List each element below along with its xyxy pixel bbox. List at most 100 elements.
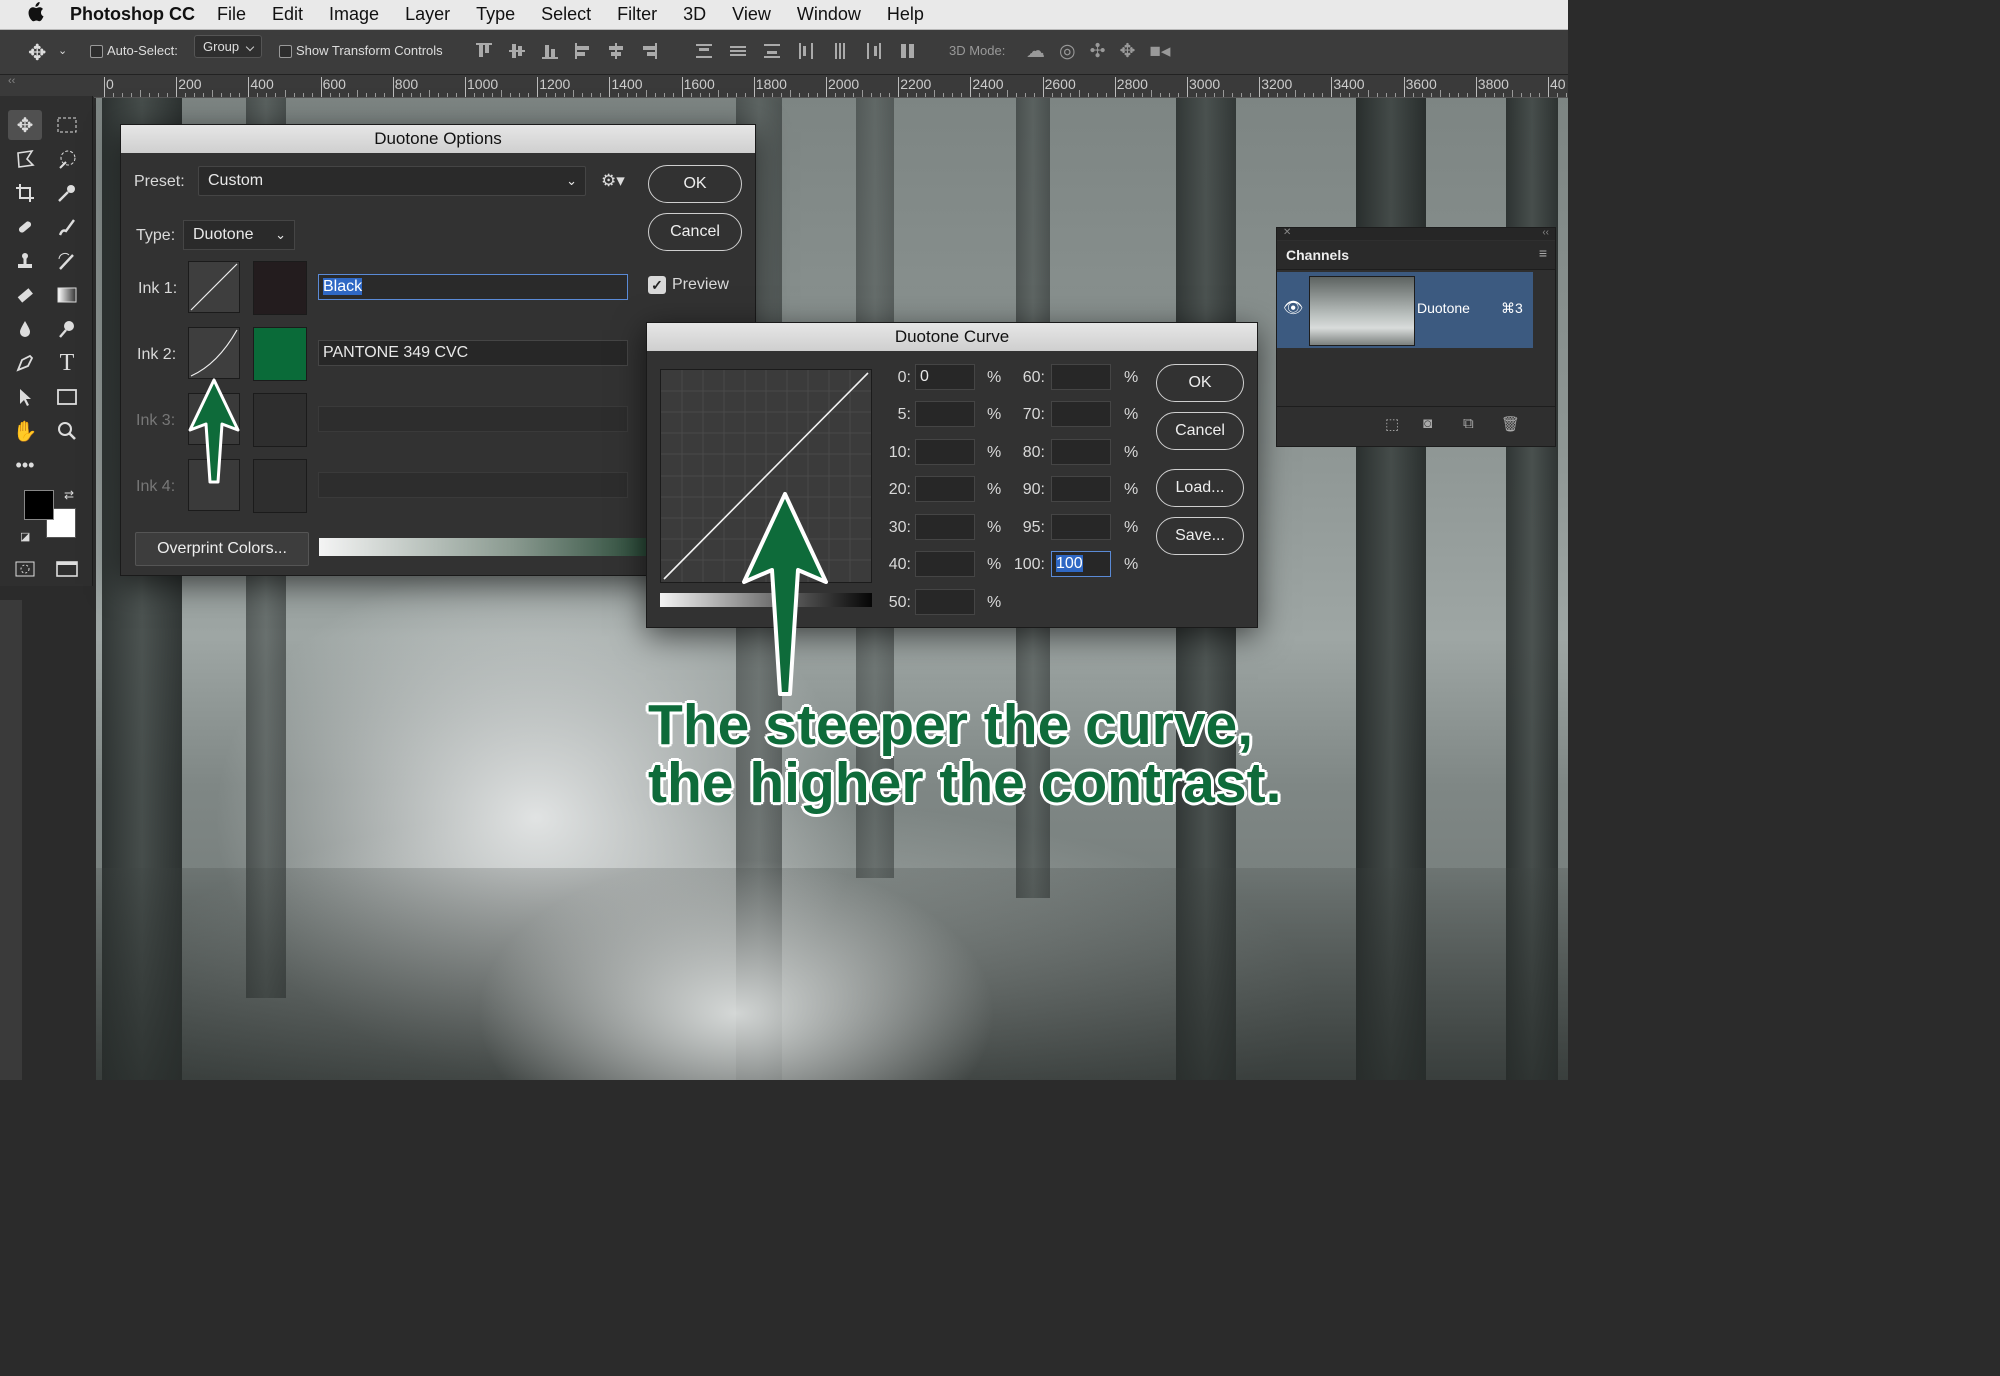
ink-2-curve-thumb[interactable] (188, 327, 240, 379)
align-bottom-icon[interactable] (541, 42, 559, 60)
trash-icon[interactable]: 🗑 (1501, 415, 1520, 433)
save-button[interactable]: Save... (1156, 517, 1244, 555)
apple-icon[interactable] (26, 2, 50, 27)
zoom-tool-icon[interactable] (50, 416, 84, 446)
dodge-tool-icon[interactable] (50, 314, 84, 344)
gradient-tool-icon[interactable] (50, 280, 84, 310)
overprint-colors-button[interactable]: Overprint Colors... (135, 532, 309, 566)
foreground-color-swatch[interactable] (24, 490, 54, 520)
menu-window[interactable]: Window (797, 4, 861, 25)
point-0-input[interactable]: 0 (915, 364, 975, 390)
type-dropdown[interactable]: Duotone ⌄ (183, 220, 295, 250)
point-80-input[interactable] (1051, 439, 1111, 465)
align-left-icon[interactable] (574, 42, 592, 60)
preset-dropdown[interactable]: Custom ⌄ (198, 166, 586, 196)
blur-tool-icon[interactable] (8, 314, 42, 344)
3d-rotate-icon[interactable]: ☁ (1026, 40, 1045, 63)
lasso-tool-icon[interactable] (8, 144, 42, 174)
cancel-button[interactable]: Cancel (648, 213, 742, 251)
new-channel-icon[interactable]: ⧉ (1463, 415, 1474, 432)
distribute-vcenter-icon[interactable] (729, 42, 747, 60)
align-hcenter-icon[interactable] (607, 42, 625, 60)
path-selection-tool-icon[interactable] (8, 382, 42, 412)
quick-selection-tool-icon[interactable] (50, 144, 84, 174)
more-tools-icon[interactable]: ••• (8, 450, 42, 480)
curve-cancel-button[interactable]: Cancel (1156, 412, 1244, 450)
menu-filter[interactable]: Filter (617, 4, 657, 25)
ink-2-color-swatch[interactable] (253, 327, 307, 381)
auto-select-checkbox[interactable] (90, 45, 103, 58)
default-colors-icon[interactable]: ◪ (20, 530, 30, 543)
marquee-tool-icon[interactable] (50, 110, 84, 140)
crop-tool-icon[interactable] (8, 178, 42, 208)
collapse-icon[interactable]: ‹‹ (1542, 227, 1549, 238)
type-tool-icon[interactable]: T (50, 348, 84, 378)
point-95-input[interactable] (1051, 514, 1111, 540)
ink-1-curve-thumb[interactable] (188, 261, 240, 313)
hand-tool-icon[interactable]: ✋ (8, 416, 42, 446)
auto-align-icon[interactable] (899, 42, 917, 60)
save-selection-icon[interactable]: ◙ (1423, 415, 1432, 432)
distribute-left-icon[interactable] (797, 42, 815, 60)
channel-row-duotone[interactable]: 👁 Duotone ⌘3 (1277, 272, 1533, 348)
quick-mask-icon[interactable] (8, 554, 42, 584)
point-10-input[interactable] (915, 439, 975, 465)
panel-menu-icon[interactable]: ≡ (1539, 245, 1547, 261)
gear-icon[interactable]: ⚙▾ (601, 171, 625, 191)
menu-help[interactable]: Help (887, 4, 924, 25)
swap-colors-icon[interactable]: ⇄ (64, 488, 74, 502)
3d-drag-icon[interactable]: ✣ (1090, 40, 1106, 63)
ink-2-name-input[interactable]: PANTONE 349 CVC (318, 340, 628, 366)
menu-3d[interactable]: 3D (683, 4, 706, 25)
ink-1-color-swatch[interactable] (253, 261, 307, 315)
ink-1-name-input[interactable]: Black (318, 274, 628, 300)
distribute-right-icon[interactable] (865, 42, 883, 60)
chevron-down-icon[interactable]: ⌄ (58, 44, 67, 57)
menu-edit[interactable]: Edit (272, 4, 303, 25)
point-100-input[interactable]: 100 (1051, 551, 1111, 577)
ok-button[interactable]: OK (648, 165, 742, 203)
app-name-menu[interactable]: Photoshop CC (70, 4, 195, 25)
move-tool-icon[interactable]: ✥ (28, 40, 46, 66)
point-20-input[interactable] (915, 476, 975, 502)
3d-roll-icon[interactable]: ◎ (1059, 40, 1076, 63)
point-50-input[interactable] (915, 589, 975, 615)
move-tool-icon[interactable]: ✥ (8, 110, 42, 140)
eyedropper-tool-icon[interactable] (50, 178, 84, 208)
load-selection-icon[interactable]: ⬚ (1385, 415, 1399, 433)
menu-view[interactable]: View (732, 4, 771, 25)
history-brush-tool-icon[interactable] (50, 246, 84, 276)
pen-tool-icon[interactable] (8, 348, 42, 378)
eye-icon[interactable]: 👁 (1283, 298, 1303, 318)
distribute-bottom-icon[interactable] (763, 42, 781, 60)
menu-select[interactable]: Select (541, 4, 591, 25)
point-30-input[interactable] (915, 514, 975, 540)
3d-slide-icon[interactable]: ✥ (1120, 40, 1136, 63)
point-40-input[interactable] (915, 551, 975, 577)
brush-tool-icon[interactable] (50, 212, 84, 242)
menu-image[interactable]: Image (329, 4, 379, 25)
menu-type[interactable]: Type (476, 4, 515, 25)
menu-layer[interactable]: Layer (405, 4, 450, 25)
healing-brush-tool-icon[interactable] (8, 212, 42, 242)
point-70-input[interactable] (1051, 401, 1111, 427)
auto-select-dropdown[interactable]: Group (194, 35, 263, 58)
menu-file[interactable]: File (217, 4, 246, 25)
screen-mode-icon[interactable] (50, 554, 84, 584)
align-top-icon[interactable] (475, 42, 493, 60)
align-vcenter-icon[interactable] (508, 42, 526, 60)
channels-tab[interactable]: Channels (1286, 247, 1349, 263)
distribute-hcenter-icon[interactable] (831, 42, 849, 60)
distribute-top-icon[interactable] (695, 42, 713, 60)
rectangle-tool-icon[interactable] (50, 382, 84, 412)
curve-ok-button[interactable]: OK (1156, 364, 1244, 402)
close-icon[interactable]: ✕ (1283, 227, 1291, 238)
preview-checkbox[interactable]: ✓ (648, 276, 666, 294)
3d-camera-icon[interactable]: ■◂ (1149, 40, 1170, 63)
show-transform-checkbox[interactable] (279, 45, 292, 58)
point-5-input[interactable] (915, 401, 975, 427)
point-60-input[interactable] (1051, 364, 1111, 390)
eraser-tool-icon[interactable] (8, 280, 42, 310)
point-90-input[interactable] (1051, 476, 1111, 502)
align-right-icon[interactable] (640, 42, 658, 60)
